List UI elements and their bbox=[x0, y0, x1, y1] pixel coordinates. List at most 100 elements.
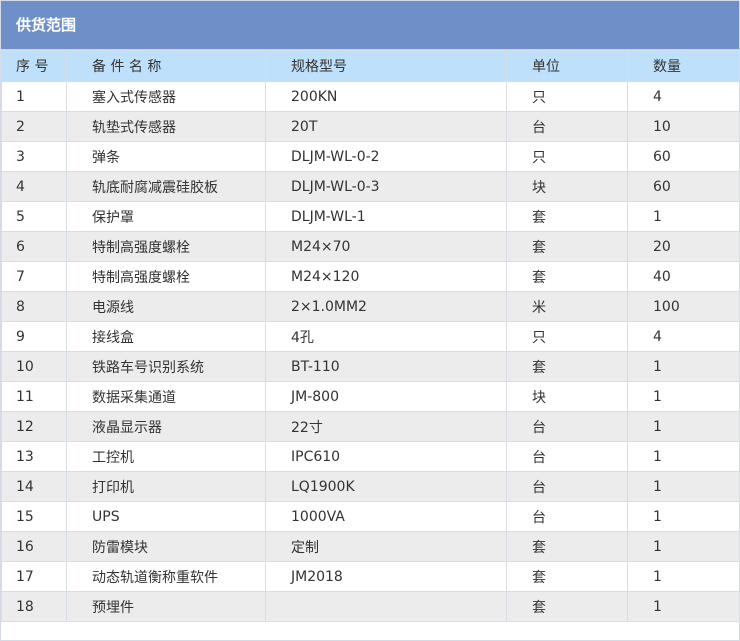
cell-unit: 套 bbox=[506, 261, 628, 292]
cell-spec bbox=[265, 591, 507, 622]
cell-unit: 只 bbox=[506, 81, 628, 112]
cell-spec: 22寸 bbox=[265, 411, 507, 442]
cell-part-name: 轨底耐腐减震硅胶板 bbox=[66, 171, 266, 202]
cell-part-name: 特制高强度螺栓 bbox=[66, 261, 266, 292]
cell-quantity: 20 bbox=[627, 231, 740, 262]
cell-quantity: 100 bbox=[627, 291, 740, 322]
cell-unit: 台 bbox=[506, 471, 628, 502]
header-spec: 规格型号 bbox=[265, 50, 507, 82]
cell-spec: M24×70 bbox=[265, 231, 507, 262]
cell-unit: 只 bbox=[506, 321, 628, 352]
cell-quantity: 60 bbox=[627, 171, 740, 202]
cell-part-name: 保护罩 bbox=[66, 201, 266, 232]
table-row: 6 特制高强度螺栓 M24×70 套 20 bbox=[1, 231, 740, 262]
cell-part-name: 数据采集通道 bbox=[66, 381, 266, 412]
cell-quantity: 1 bbox=[627, 501, 740, 532]
cell-spec: IPC610 bbox=[265, 441, 507, 472]
cell-quantity: 1 bbox=[627, 411, 740, 442]
cell-unit: 台 bbox=[506, 411, 628, 442]
table-body: 1 塞入式传感器 200KN 只 4 2 轨垫式传感器 20T 台 10 3 弹条 DLJM-WL-0-… bbox=[1, 81, 740, 622]
table-row: 4 轨底耐腐减震硅胶板 DLJM-WL-0-3 块 60 bbox=[1, 171, 740, 202]
cell-index: 18 bbox=[1, 591, 67, 622]
cell-quantity: 1 bbox=[627, 591, 740, 622]
panel-title: 供货范围 bbox=[1, 1, 739, 50]
table-header-row: 序 号 备 件 名 称 规格型号 单位 数量 bbox=[1, 50, 740, 82]
table-row: 11 数据采集通道 JM-800 块 1 bbox=[1, 381, 740, 412]
cell-spec: JM-800 bbox=[265, 381, 507, 412]
table-row: 13 工控机 IPC610 台 1 bbox=[1, 441, 740, 472]
cell-part-name: 弹条 bbox=[66, 141, 266, 172]
cell-quantity: 40 bbox=[627, 261, 740, 292]
table-row: 1 塞入式传感器 200KN 只 4 bbox=[1, 81, 740, 112]
table-row: 2 轨垫式传感器 20T 台 10 bbox=[1, 111, 740, 142]
cell-part-name: 液晶显示器 bbox=[66, 411, 266, 442]
table-row: 14 打印机 LQ1900K 台 1 bbox=[1, 471, 740, 502]
cell-spec: 4孔 bbox=[265, 321, 507, 352]
supply-table: 序 号 备 件 名 称 规格型号 单位 数量 1 塞入式传感器 200KN 只 4 2 轨垫… bbox=[1, 50, 740, 622]
cell-unit: 套 bbox=[506, 531, 628, 562]
header-part-name: 备 件 名 称 bbox=[66, 50, 266, 82]
table-row: 7 特制高强度螺栓 M24×120 套 40 bbox=[1, 261, 740, 292]
table-row: 9 接线盒 4孔只 4 bbox=[1, 321, 740, 352]
cell-quantity: 1 bbox=[627, 531, 740, 562]
cell-quantity: 4 bbox=[627, 321, 740, 352]
cell-index: 17 bbox=[1, 561, 67, 592]
cell-unit: 台 bbox=[506, 441, 628, 472]
table-row: 8 电源线 2×1.0MM2 米 100 bbox=[1, 291, 740, 322]
cell-part-name: 轨垫式传感器 bbox=[66, 111, 266, 142]
table-row: 5 保护罩 DLJM-WL-1 套 1 bbox=[1, 201, 740, 232]
cell-unit: 套 bbox=[506, 231, 628, 262]
cell-index: 10 bbox=[1, 351, 67, 382]
cell-spec: 200KN bbox=[265, 81, 507, 112]
cell-spec: 定制 bbox=[265, 531, 507, 562]
cell-spec: 20T bbox=[265, 111, 507, 142]
cell-part-name: 塞入式传感器 bbox=[66, 81, 266, 112]
cell-index: 3 bbox=[1, 141, 67, 172]
cell-part-name: 预埋件 bbox=[66, 591, 266, 622]
cell-quantity: 1 bbox=[627, 351, 740, 382]
cell-spec: JM2018 bbox=[265, 561, 507, 592]
cell-part-name: 接线盒 bbox=[66, 321, 266, 352]
table-row: 15 UPS 1000VA 台 1 bbox=[1, 501, 740, 532]
cell-unit: 台 bbox=[506, 111, 628, 142]
cell-part-name: 电源线 bbox=[66, 291, 266, 322]
table-row: 16 防雷模块 定制套 1 bbox=[1, 531, 740, 562]
cell-spec: DLJM-WL-0-2 bbox=[265, 141, 507, 172]
cell-index: 5 bbox=[1, 201, 67, 232]
cell-part-name: 特制高强度螺栓 bbox=[66, 231, 266, 262]
cell-index: 12 bbox=[1, 411, 67, 442]
cell-quantity: 1 bbox=[627, 471, 740, 502]
cell-index: 6 bbox=[1, 231, 67, 262]
cell-quantity: 10 bbox=[627, 111, 740, 142]
cell-index: 7 bbox=[1, 261, 67, 292]
header-quantity: 数量 bbox=[627, 50, 740, 82]
cell-quantity: 60 bbox=[627, 141, 740, 172]
cell-unit: 米 bbox=[506, 291, 628, 322]
cell-spec: DLJM-WL-1 bbox=[265, 201, 507, 232]
cell-part-name: 防雷模块 bbox=[66, 531, 266, 562]
supply-scope-panel: 供货范围 序 号 备 件 名 称 规格型号 单位 数量 1 塞入式传感器 200KN… bbox=[0, 0, 740, 641]
cell-part-name: UPS bbox=[66, 501, 266, 532]
cell-spec: DLJM-WL-0-3 bbox=[265, 171, 507, 202]
cell-unit: 台 bbox=[506, 501, 628, 532]
cell-index: 8 bbox=[1, 291, 67, 322]
cell-part-name: 动态轨道衡称重软件 bbox=[66, 561, 266, 592]
cell-quantity: 1 bbox=[627, 381, 740, 412]
cell-spec: 1000VA bbox=[265, 501, 507, 532]
cell-index: 1 bbox=[1, 81, 67, 112]
table-row: 3 弹条 DLJM-WL-0-2 只 60 bbox=[1, 141, 740, 172]
table-row: 18 预埋件 套 1 bbox=[1, 591, 740, 622]
cell-quantity: 1 bbox=[627, 441, 740, 472]
cell-unit: 套 bbox=[506, 561, 628, 592]
cell-unit: 套 bbox=[506, 591, 628, 622]
cell-index: 9 bbox=[1, 321, 67, 352]
cell-index: 4 bbox=[1, 171, 67, 202]
cell-spec: M24×120 bbox=[265, 261, 507, 292]
cell-index: 2 bbox=[1, 111, 67, 142]
cell-index: 15 bbox=[1, 501, 67, 532]
cell-unit: 套 bbox=[506, 201, 628, 232]
header-unit: 单位 bbox=[506, 50, 628, 82]
cell-part-name: 铁路车号识别系统 bbox=[66, 351, 266, 382]
cell-index: 14 bbox=[1, 471, 67, 502]
cell-unit: 套 bbox=[506, 351, 628, 382]
